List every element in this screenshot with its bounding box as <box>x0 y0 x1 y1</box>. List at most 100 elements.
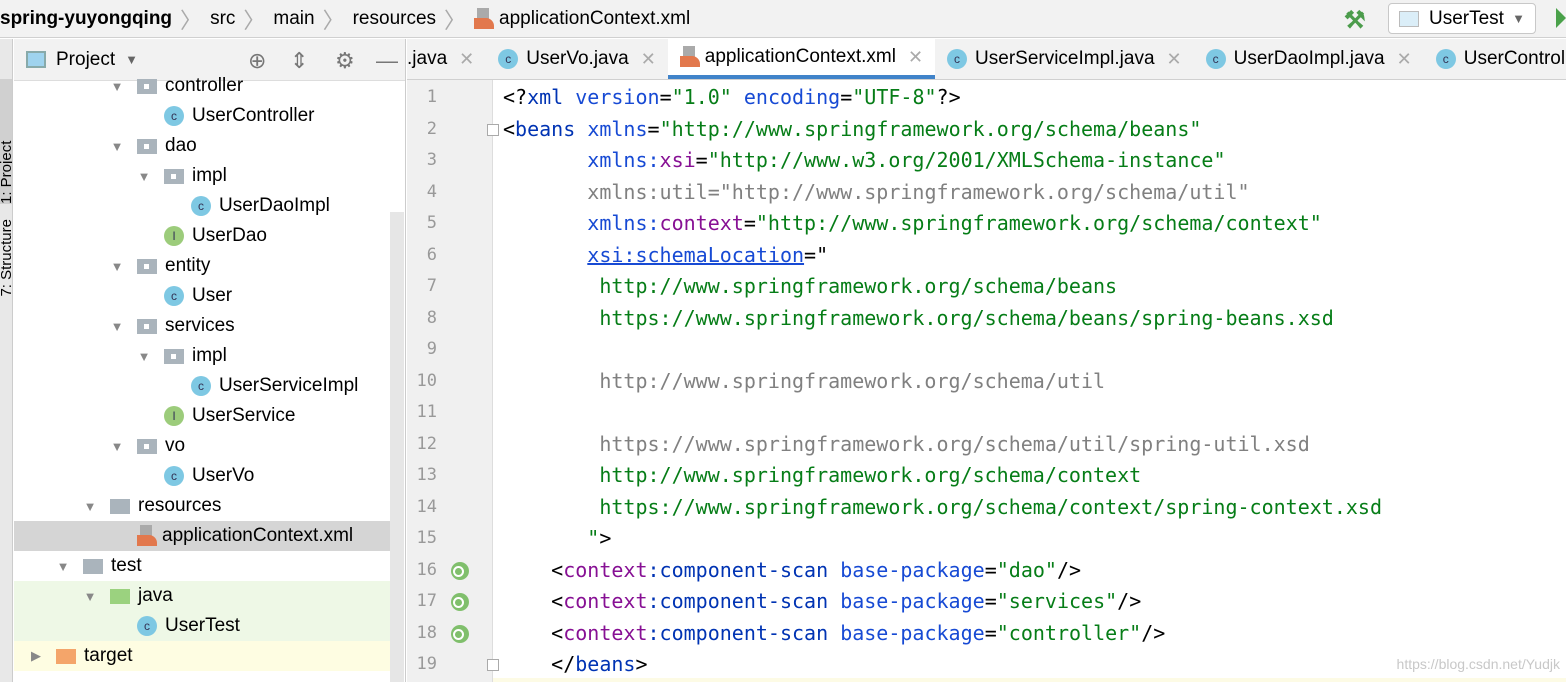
expand-arrow-icon[interactable]: ▼ <box>109 79 125 94</box>
code-token: < <box>503 589 564 613</box>
close-icon[interactable]: ✕ <box>641 49 656 70</box>
line-number: 4 <box>426 181 437 202</box>
editor-gutter: 1 2 3 4 5 6 7 8 9 10 11 12 13 14 15 16 17 18 19 <box>407 80 499 682</box>
expand-arrow-icon[interactable]: ▼ <box>136 169 152 184</box>
tree-scrollbar[interactable] <box>390 212 404 682</box>
tree-item[interactable]: ▼ vo <box>14 431 390 461</box>
code-token: http://www.springframework.org/schema/ut… <box>599 368 1106 393</box>
xml-file-icon <box>679 46 700 68</box>
tree-item[interactable]: applicationContext.xml <box>14 521 390 551</box>
editor-tab[interactable]: c UserServiceImpl.java ✕ <box>935 39 1194 79</box>
close-icon[interactable]: ✕ <box>459 49 474 70</box>
line-number: 2 <box>426 118 437 139</box>
tree-item[interactable]: ▼ impl <box>14 341 390 371</box>
test-source-folder-icon <box>110 588 130 604</box>
run-config-select[interactable]: UserTest ▼ <box>1388 3 1536 34</box>
breadcrumb-main[interactable]: main <box>273 8 314 30</box>
tree-item[interactable]: ▼ entity <box>14 251 390 281</box>
tree-item[interactable]: ▼ java <box>14 581 390 611</box>
code-line: "> <box>503 523 611 554</box>
tree-item[interactable]: I UserService <box>14 401 390 431</box>
line-number: 15 <box>416 528 437 548</box>
tree-item[interactable]: ▶ target <box>14 641 390 671</box>
tree-item[interactable]: ▼ test <box>14 551 390 581</box>
breadcrumb-project[interactable]: spring-yuyongqing <box>0 8 172 30</box>
code-token: base-package <box>840 589 985 613</box>
expand-arrow-icon[interactable]: ▼ <box>109 319 125 334</box>
spring-bean-gutter-icon[interactable] <box>451 593 469 611</box>
code-line: https://www.springframework.org/schema/c… <box>503 492 1382 523</box>
expand-arrow-icon[interactable]: ▼ <box>109 259 125 274</box>
editor-tab[interactable]: applicationContext.xml ✕ <box>667 39 936 79</box>
code-token: /> <box>1117 589 1142 613</box>
tree-item[interactable]: c UserServiceImpl <box>14 371 390 401</box>
fold-start-icon[interactable] <box>487 123 499 136</box>
code-token: = <box>695 148 708 172</box>
collapse-arrow-icon[interactable]: ▶ <box>28 648 44 664</box>
tree-item-label: services <box>165 315 235 336</box>
editor-tab[interactable]: c UserVo.java ✕ <box>486 39 668 79</box>
breadcrumb-src[interactable]: src <box>210 8 235 30</box>
code-line: http://www.springframework.org/schema/co… <box>503 460 1141 491</box>
line-number: 10 <box>416 370 437 391</box>
editor-tab[interactable]: c UserDaoImpl.java ✕ <box>1194 39 1424 79</box>
chevron-down-icon[interactable]: ▼ <box>125 52 138 67</box>
expand-arrow-icon[interactable]: ▼ <box>82 589 98 604</box>
close-icon[interactable]: ✕ <box>908 47 923 68</box>
code-token: = <box>984 589 997 613</box>
tree-item[interactable]: I UserDao <box>14 221 390 251</box>
tree-item[interactable]: c UserController <box>14 101 390 131</box>
code-token: = <box>840 85 853 109</box>
test-class-icon: c <box>137 616 157 636</box>
breadcrumb-resources[interactable]: resources <box>353 8 436 30</box>
close-icon[interactable]: ✕ <box>1397 49 1412 70</box>
tree-item[interactable]: ▼ controller <box>14 71 390 101</box>
breadcrumb-file[interactable]: applicationContext.xml <box>499 8 690 30</box>
tool-tab-structure[interactable]: 7: Structure <box>0 219 12 297</box>
tree-item[interactable]: ▼ dao <box>14 131 390 161</box>
code-line: https://www.springframework.org/schema/u… <box>503 429 1309 460</box>
expand-arrow-icon[interactable]: ▼ <box>136 349 152 364</box>
build-hammer-icon[interactable]: ⚒ <box>1344 6 1366 35</box>
project-view-select[interactable]: Project <box>56 49 115 71</box>
tree-item[interactable]: ▼ resources <box>14 491 390 521</box>
expand-arrow-icon[interactable]: ▼ <box>109 439 125 454</box>
fold-end-icon[interactable] <box>487 659 499 671</box>
code-token: https://www.springframework.org/schema/c… <box>599 494 1382 519</box>
expand-arrow-icon[interactable]: ▼ <box>82 499 98 514</box>
tree-item[interactable]: c User <box>14 281 390 311</box>
tree-item-label: java <box>138 585 173 606</box>
spring-bean-gutter-icon[interactable] <box>451 624 469 643</box>
close-icon[interactable]: ✕ <box>1167 49 1182 70</box>
window-icon <box>1399 10 1419 27</box>
tree-item-label: target <box>84 645 133 666</box>
tree-item[interactable]: c UserDaoImpl <box>14 191 390 221</box>
code-token: = <box>743 211 756 235</box>
chevron-down-icon: ▼ <box>1512 11 1525 26</box>
tree-item[interactable]: c UserVo <box>14 461 390 491</box>
package-icon <box>137 438 157 454</box>
editor-tab[interactable]: .java ✕ <box>407 39 486 79</box>
tree-item[interactable]: c UserTest <box>14 611 390 641</box>
code-token: "1.0" <box>671 85 732 109</box>
tree-item[interactable]: ▼ impl <box>14 161 390 191</box>
expand-arrow-icon[interactable]: ▼ <box>55 559 71 574</box>
tab-label: UserDaoImpl.java <box>1233 48 1385 69</box>
class-icon: c <box>947 49 968 69</box>
tool-tab-project[interactable]: 1: Project <box>0 79 12 204</box>
code-token: = <box>647 116 660 141</box>
code-token: xsi <box>659 148 696 172</box>
current-line-highlight <box>493 678 1566 682</box>
run-play-icon[interactable] <box>1556 8 1566 28</box>
editor-tab[interactable]: c UserController <box>1424 39 1566 79</box>
tree-item[interactable]: ▼ services <box>14 311 390 341</box>
xml-file-icon <box>137 525 157 547</box>
spring-bean-gutter-icon[interactable] <box>451 561 469 580</box>
expand-arrow-icon[interactable]: ▼ <box>109 139 125 154</box>
